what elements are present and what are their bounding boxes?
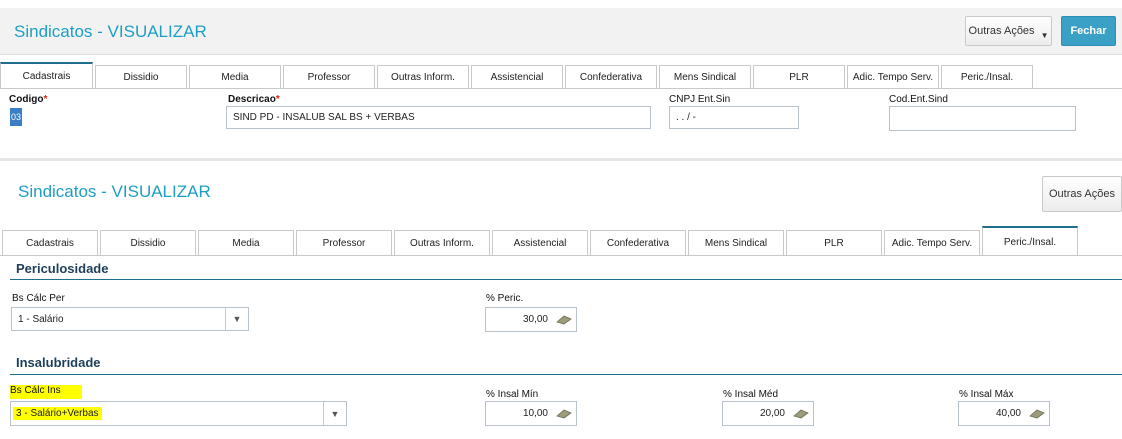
bs-calc-per-select[interactable]: 1 - Salário ▼ [11, 307, 249, 331]
descricao-label: Descricao* [228, 94, 280, 105]
tab-cadastrais[interactable]: Cadastrais [0, 62, 93, 88]
pct-peric-label: % Peric. [486, 293, 524, 304]
pct-insal-med-field[interactable]: 20,00 [722, 401, 814, 426]
cod-ent-sind-label: Cod.Ent.Sind [889, 94, 948, 105]
pct-insal-med-label: % Insal Méd [723, 389, 779, 400]
tab-professor[interactable]: Professor [296, 230, 392, 256]
insalubridade-divider [10, 374, 1122, 375]
pct-insal-min-field[interactable]: 10,00 [485, 401, 577, 426]
descricao-field[interactable]: SIND PD - INSALUB SAL BS + VERBAS [226, 106, 651, 129]
bottom-tab-bar: Cadastrais Dissidio Media Professor Outr… [2, 226, 1080, 256]
calculator-icon[interactable] [793, 409, 809, 419]
pct-insal-max-value: 40,00 [995, 408, 1021, 419]
periculosidade-heading: Periculosidade [16, 261, 109, 276]
chevron-down-icon[interactable]: ▼ [225, 308, 248, 330]
bs-calc-ins-label: Bs Cálc Ins [10, 385, 82, 399]
pct-insal-min-label: % Insal Mín [486, 389, 539, 400]
chevron-down-icon[interactable]: ▼ [323, 402, 346, 425]
chevron-down-icon: ▼ [1040, 30, 1049, 40]
periculosidade-divider [10, 279, 1122, 280]
required-marker: * [275, 94, 280, 105]
tab-outras-inform[interactable]: Outras Inform. [377, 65, 469, 88]
bs-calc-ins-value: 3 - Salário+Verbas [13, 407, 102, 420]
tab-peric-insal[interactable]: Peric./Insal. [982, 226, 1078, 256]
bs-calc-per-label: Bs Cálc Per [12, 293, 65, 304]
bs-calc-ins-select[interactable]: 3 - Salário+Verbas ▼ [10, 401, 347, 426]
tab-mens-sindical[interactable]: Mens Sindical [688, 230, 784, 256]
tab-dissidio[interactable]: Dissidio [95, 65, 187, 88]
tab-divider [0, 88, 1122, 89]
insalubridade-heading: Insalubridade [16, 355, 101, 370]
panel-separator [0, 158, 1122, 161]
pct-insal-max-field[interactable]: 40,00 [958, 401, 1050, 426]
descricao-label-text: Descricao [228, 94, 276, 105]
pct-peric-field[interactable]: 30,00 [485, 307, 577, 332]
codigo-label-text: Codigo [9, 94, 44, 105]
tab-adic-tempo-serv[interactable]: Adic. Tempo Serv. [847, 65, 939, 88]
top-tab-bar: Cadastrais Dissidio Media Professor Outr… [0, 62, 1035, 88]
calculator-icon[interactable] [556, 315, 572, 325]
pct-insal-min-value: 10,00 [522, 408, 548, 419]
tab-plr[interactable]: PLR [786, 230, 882, 256]
pct-insal-med-value: 20,00 [759, 408, 785, 419]
tab-confederativa[interactable]: Confederativa [590, 230, 686, 256]
cod-ent-sind-field[interactable] [889, 106, 1076, 131]
tab-outras-inform[interactable]: Outras Inform. [394, 230, 490, 256]
tab-dissidio[interactable]: Dissidio [100, 230, 196, 256]
tab-confederativa[interactable]: Confederativa [565, 65, 657, 88]
page-title: Sindicatos - VISUALIZAR [18, 182, 211, 201]
calculator-icon[interactable] [556, 409, 572, 419]
page-title: Sindicatos - VISUALIZAR [14, 22, 207, 41]
tab-professor[interactable]: Professor [283, 65, 375, 88]
other-actions-button[interactable]: Outras Ações [1042, 176, 1122, 212]
cnpj-label: CNPJ Ent.Sin [669, 94, 731, 105]
tab-mens-sindical[interactable]: Mens Sindical [659, 65, 751, 88]
top-panel: Sindicatos - VISUALIZAR Outras Ações ▼ F… [0, 0, 1122, 152]
tab-peric-insal[interactable]: Peric./Insal. [941, 65, 1033, 88]
codigo-label: Codigo* [9, 94, 47, 105]
tab-divider [0, 255, 1122, 256]
tab-assistencial[interactable]: Assistencial [492, 230, 588, 256]
tab-cadastrais[interactable]: Cadastrais [2, 230, 98, 256]
calculator-icon[interactable] [1029, 409, 1045, 419]
tab-media[interactable]: Media [198, 230, 294, 256]
other-actions-button[interactable]: Outras Ações ▼ [965, 16, 1052, 46]
tab-media[interactable]: Media [189, 65, 281, 88]
required-marker: * [43, 94, 48, 105]
tab-adic-tempo-serv[interactable]: Adic. Tempo Serv. [884, 230, 980, 256]
tab-plr[interactable]: PLR [753, 65, 845, 88]
pct-peric-value: 30,00 [522, 314, 548, 325]
other-actions-label: Outras Ações [968, 25, 1035, 37]
pct-insal-max-label: % Insal Máx [959, 389, 1014, 400]
codigo-field[interactable]: 03 [10, 108, 22, 126]
cnpj-field[interactable]: . . / - [669, 106, 799, 129]
bs-calc-per-value: 1 - Salário [18, 313, 64, 325]
close-button[interactable]: Fechar [1061, 16, 1116, 46]
tab-assistencial[interactable]: Assistencial [471, 65, 563, 88]
